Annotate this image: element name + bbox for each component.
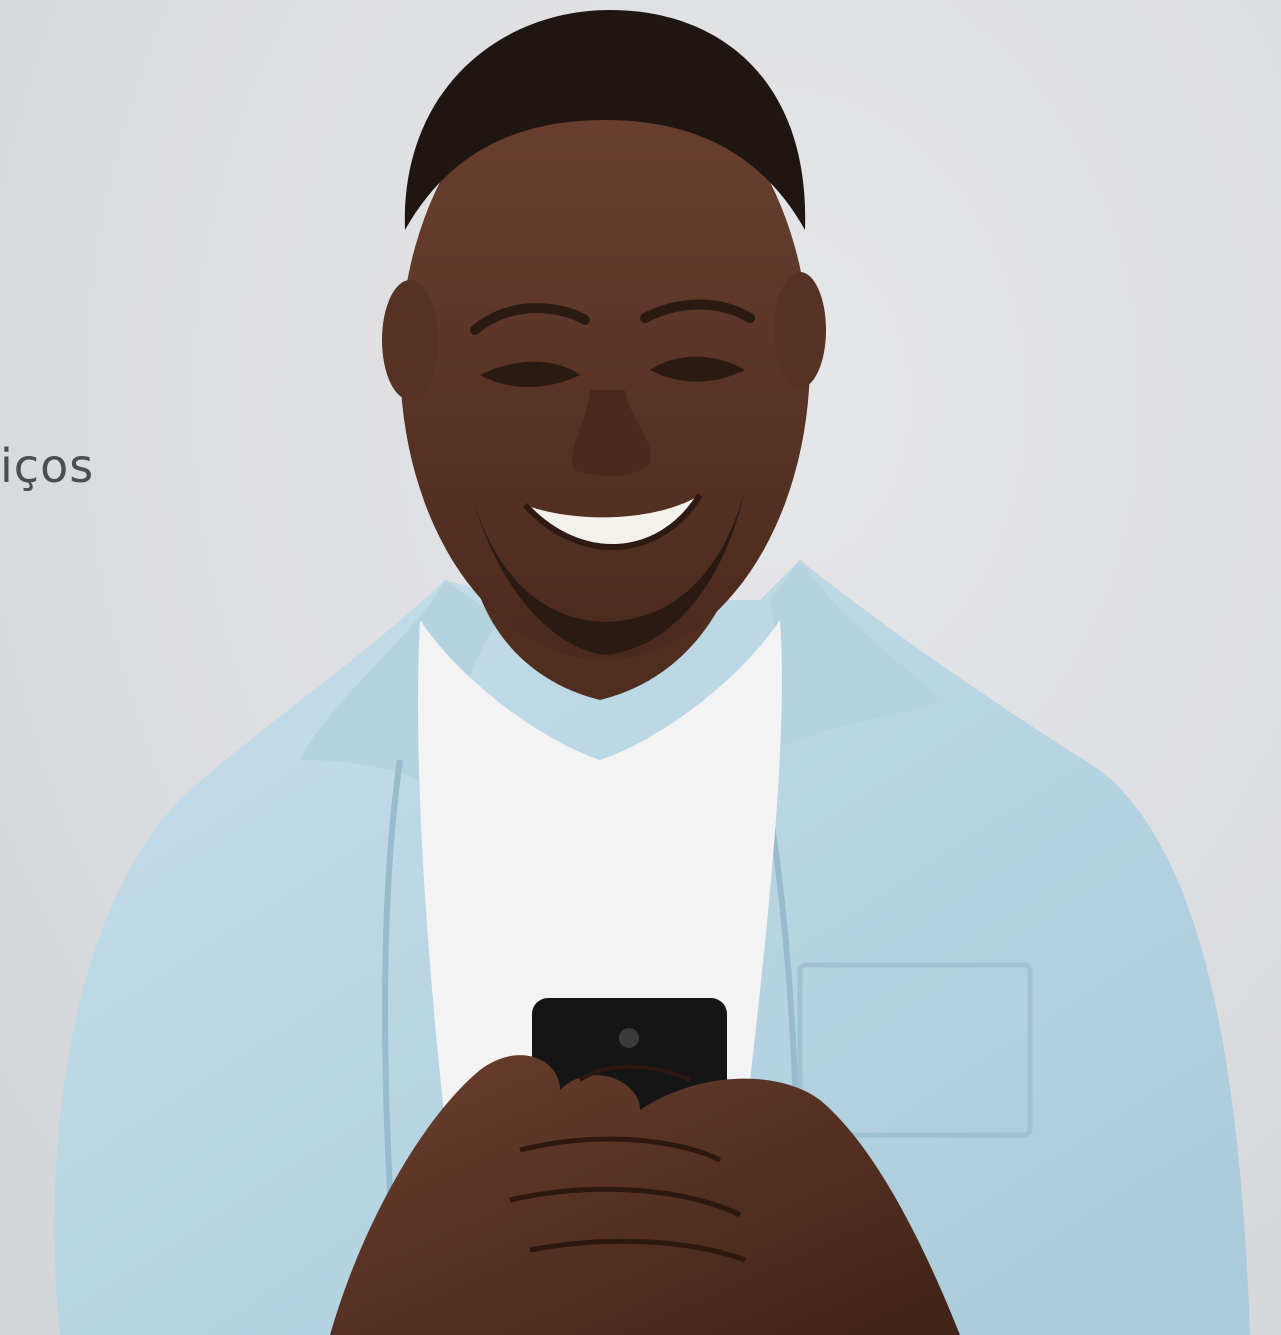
man-with-phone-photo: [54, 10, 1251, 1335]
hero-banner: iços: [0, 0, 1281, 1335]
head: [382, 10, 826, 660]
